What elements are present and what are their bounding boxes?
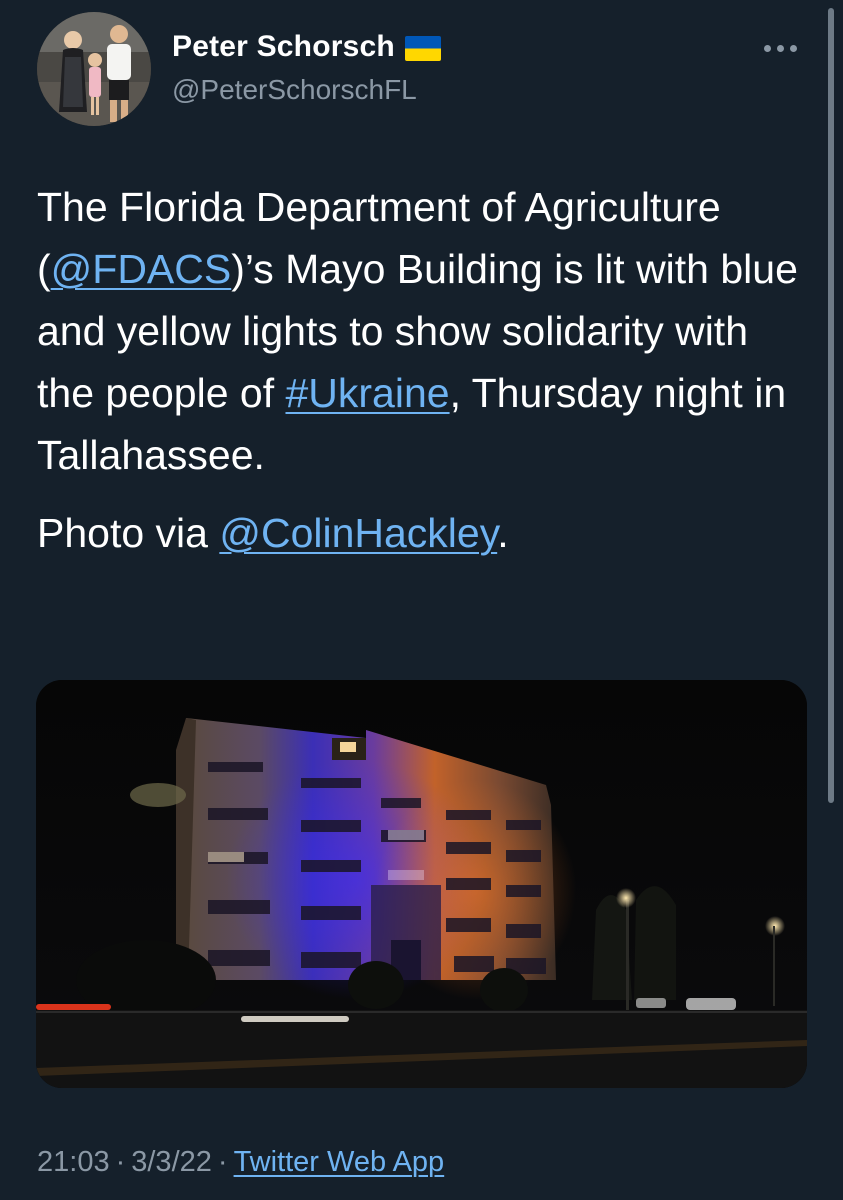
- author-handle[interactable]: @PeterSchorschFL: [172, 74, 417, 106]
- profile-photo-icon: [37, 12, 151, 126]
- tweet-text: The Florida Department of Agriculture (@…: [37, 176, 807, 564]
- more-options-button[interactable]: [764, 36, 812, 60]
- tweet-text-segment: .: [497, 510, 509, 556]
- hashtag-link-ukraine[interactable]: #Ukraine: [285, 370, 449, 416]
- tweet-date[interactable]: 3/3/22: [131, 1146, 212, 1178]
- tweet-paragraph-1: The Florida Department of Agriculture (@…: [37, 176, 807, 486]
- mention-link-colinhackley[interactable]: @ColinHackley: [219, 510, 497, 556]
- mention-link-fdacs[interactable]: @FDACS: [51, 246, 232, 292]
- meta-separator: ·: [115, 1146, 126, 1178]
- avatar[interactable]: [37, 12, 151, 126]
- scrollbar[interactable]: [828, 8, 834, 803]
- tweet-time[interactable]: 21:03: [37, 1146, 110, 1178]
- photo-mayo-building-night-icon: [36, 680, 807, 1088]
- tweet-metadata: 21:03 · 3/3/22 · Twitter Web App: [37, 1146, 444, 1179]
- tweet-source-link[interactable]: Twitter Web App: [234, 1146, 445, 1178]
- tweet-photo[interactable]: [36, 680, 807, 1088]
- meta-separator: ·: [217, 1146, 228, 1178]
- author-display-name[interactable]: Peter Schorsch: [172, 30, 395, 64]
- author-name-row[interactable]: Peter Schorsch: [172, 30, 441, 64]
- more-horizontal-icon: [764, 44, 797, 52]
- tweet-text-segment: Photo via: [37, 510, 220, 556]
- ukraine-flag-icon: [404, 35, 441, 61]
- tweet-paragraph-2: Photo via @ColinHackley.: [37, 502, 807, 564]
- tweet-detail: Peter Schorsch @PeterSchorschFL The Flor…: [0, 0, 843, 1200]
